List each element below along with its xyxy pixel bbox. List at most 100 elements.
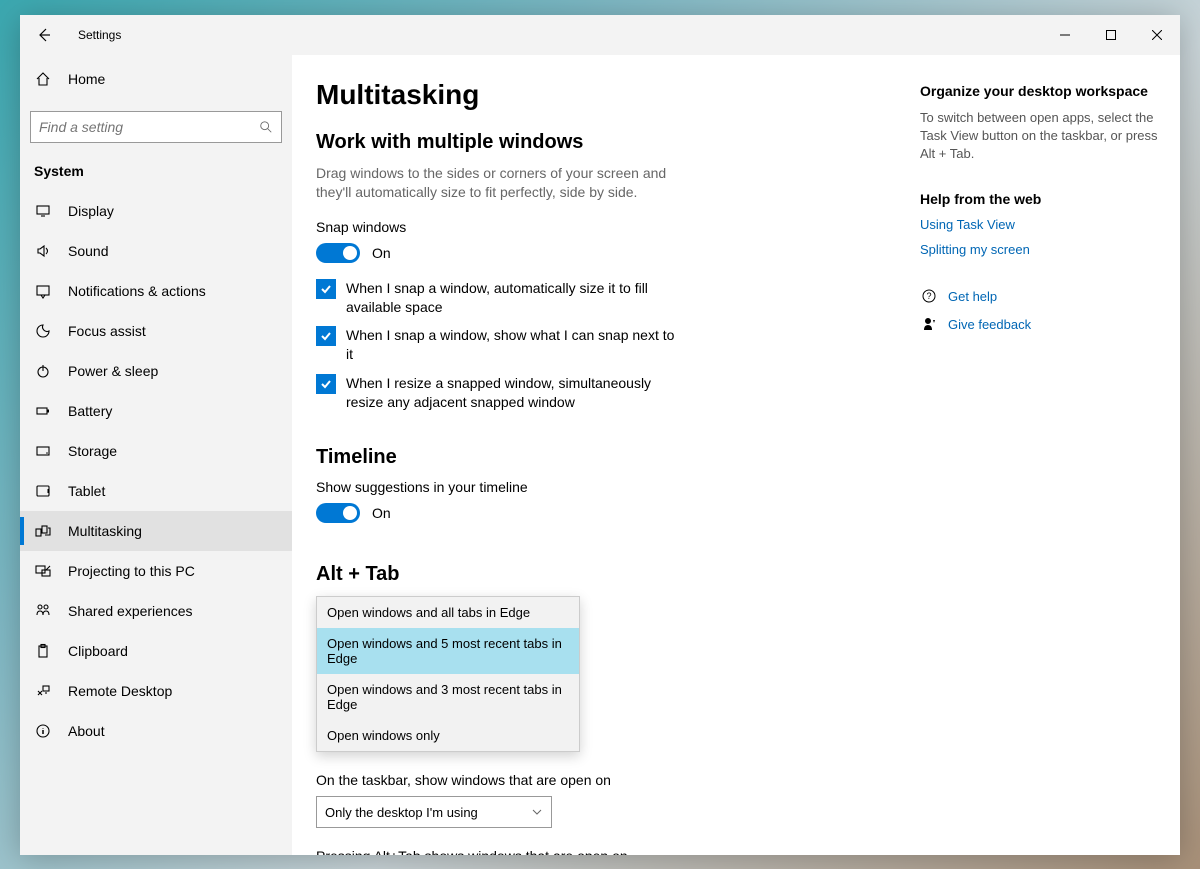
side-pane: Organize your desktop workspace To switc…: [920, 79, 1160, 855]
arrow-left-icon: [36, 27, 52, 43]
sidebar-item-label: Notifications & actions: [68, 283, 206, 299]
section-timeline-heading: Timeline: [316, 446, 916, 469]
sidebar-item-remote[interactable]: Remote Desktop: [20, 671, 292, 711]
remote-icon: [34, 682, 52, 700]
snap-windows-toggle[interactable]: [316, 243, 360, 263]
sidebar-home[interactable]: Home: [20, 59, 292, 99]
alttab-dropdown-open[interactable]: Open windows and all tabs in EdgeOpen wi…: [316, 596, 580, 752]
snap-check-row: When I snap a window, automatically size…: [316, 279, 676, 317]
sidebar-item-display[interactable]: Display: [20, 191, 292, 231]
sidebar-item-label: Clipboard: [68, 643, 128, 659]
battery-icon: [34, 402, 52, 420]
section-alttab-heading: Alt + Tab: [316, 563, 916, 586]
snap-check-label: When I snap a window, automatically size…: [346, 279, 676, 317]
timeline-toggle[interactable]: [316, 503, 360, 523]
sidebar-item-label: Shared experiences: [68, 603, 193, 619]
taskbar-select-value: Only the desktop I'm using: [325, 805, 478, 820]
sidebar-item-label: Projecting to this PC: [68, 563, 195, 579]
alttab-option[interactable]: Open windows and 5 most recent tabs in E…: [317, 628, 579, 674]
snap-windows-state: On: [372, 245, 391, 261]
link-split-screen[interactable]: Splitting my screen: [920, 242, 1160, 257]
notifications-icon: [34, 282, 52, 300]
minimize-icon: [1060, 30, 1070, 40]
alttab-option[interactable]: Open windows and 3 most recent tabs in E…: [317, 674, 579, 720]
timeline-label: Show suggestions in your timeline: [316, 479, 916, 495]
snap-check-1[interactable]: [316, 326, 336, 346]
snap-check-label: When I snap a window, show what I can sn…: [346, 326, 676, 364]
alttab-show-label: Pressing Alt+Tab shows windows that are …: [316, 848, 916, 854]
sidebar-item-label: Focus assist: [68, 323, 146, 339]
help-title: Help from the web: [920, 191, 1160, 207]
about-icon: [34, 722, 52, 740]
taskbar-label: On the taskbar, show windows that are op…: [316, 772, 916, 788]
back-button[interactable]: [28, 19, 60, 51]
alttab-option[interactable]: Open windows only: [317, 720, 579, 751]
section-windows-heading: Work with multiple windows: [316, 131, 916, 154]
sidebar-item-label: About: [68, 723, 105, 739]
tablet-icon: [34, 482, 52, 500]
link-give-feedback[interactable]: Give feedback: [948, 317, 1031, 332]
alttab-option[interactable]: Open windows and all tabs in Edge: [317, 597, 579, 628]
sidebar-item-shared[interactable]: Shared experiences: [20, 591, 292, 631]
sidebar-item-notifications[interactable]: Notifications & actions: [20, 271, 292, 311]
titlebar: Settings: [20, 15, 1180, 55]
minimize-button[interactable]: [1042, 15, 1088, 55]
content-area: Multitasking Work with multiple windows …: [292, 55, 1180, 855]
sound-icon: [34, 242, 52, 260]
project-icon: [34, 562, 52, 580]
section-windows-desc: Drag windows to the sides or corners of …: [316, 164, 676, 203]
close-button[interactable]: [1134, 15, 1180, 55]
taskbar-select[interactable]: Only the desktop I'm using: [316, 796, 552, 828]
sidebar: Home System DisplaySoundNotifications & …: [20, 55, 292, 855]
maximize-icon: [1106, 30, 1116, 40]
nav-list: Display Sound Notifications & actions Focus…: [20, 191, 292, 751]
sidebar-item-label: Battery: [68, 403, 112, 419]
settings-window: Settings Home: [20, 15, 1180, 855]
snap-check-label: When I resize a snapped window, simultan…: [346, 374, 676, 412]
search-icon: [259, 120, 273, 134]
svg-text:?: ?: [926, 291, 931, 301]
clipboard-icon: [34, 642, 52, 660]
snap-check-row: When I snap a window, show what I can sn…: [316, 326, 676, 364]
get-help-icon: ?: [920, 287, 938, 305]
sidebar-item-label: Remote Desktop: [68, 683, 172, 699]
sidebar-item-battery[interactable]: Battery: [20, 391, 292, 431]
sidebar-item-label: Multitasking: [68, 523, 142, 539]
close-icon: [1152, 30, 1162, 40]
link-task-view[interactable]: Using Task View: [920, 217, 1160, 232]
multitask-icon: [34, 522, 52, 540]
sidebar-item-label: Display: [68, 203, 114, 219]
main-column: Multitasking Work with multiple windows …: [316, 79, 916, 855]
maximize-button[interactable]: [1088, 15, 1134, 55]
search-box[interactable]: [30, 111, 282, 143]
snap-check-2[interactable]: [316, 374, 336, 394]
shared-icon: [34, 602, 52, 620]
sidebar-item-tablet[interactable]: Tablet: [20, 471, 292, 511]
page-title: Multitasking: [316, 79, 916, 111]
feedback-icon: [920, 315, 938, 333]
check-icon: [320, 330, 332, 342]
power-icon: [34, 362, 52, 380]
sidebar-item-multitask[interactable]: Multitasking: [20, 511, 292, 551]
link-get-help[interactable]: Get help: [948, 289, 997, 304]
sidebar-item-label: Sound: [68, 243, 108, 259]
storage-icon: [34, 442, 52, 460]
sidebar-item-storage[interactable]: Storage: [20, 431, 292, 471]
window-controls: [1042, 15, 1180, 55]
snap-check-0[interactable]: [316, 279, 336, 299]
sidebar-item-clipboard[interactable]: Clipboard: [20, 631, 292, 671]
focus-icon: [34, 322, 52, 340]
search-input[interactable]: [39, 119, 259, 135]
check-icon: [320, 378, 332, 390]
sidebar-item-project[interactable]: Projecting to this PC: [20, 551, 292, 591]
organize-desc: To switch between open apps, select the …: [920, 109, 1160, 164]
home-icon: [34, 70, 52, 88]
snap-windows-label: Snap windows: [316, 219, 916, 235]
timeline-state: On: [372, 505, 391, 521]
sidebar-item-sound[interactable]: Sound: [20, 231, 292, 271]
sidebar-item-focus[interactable]: Focus assist: [20, 311, 292, 351]
sidebar-item-about[interactable]: About: [20, 711, 292, 751]
sidebar-item-label: Storage: [68, 443, 117, 459]
app-title: Settings: [78, 28, 121, 42]
sidebar-item-power[interactable]: Power & sleep: [20, 351, 292, 391]
